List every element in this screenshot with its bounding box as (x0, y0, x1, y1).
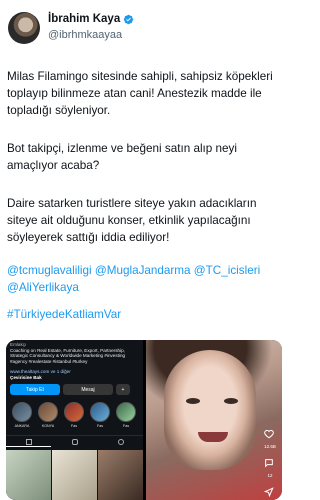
ig-link: www.thealtays.com ve 1 diğer (10, 369, 71, 374)
ig-highlight: ANKARA (11, 402, 33, 428)
avatar[interactable] (8, 12, 40, 44)
ig-post-thumbnail (52, 450, 97, 500)
ig-highlight-label: KONYA (41, 423, 55, 428)
hashtag-link[interactable]: #TürkiyedeKatliamVar (7, 308, 121, 321)
media-image-woman-video[interactable]: 12.6B 12 5 (146, 340, 282, 500)
mention-link[interactable]: @TC_icisleri (194, 264, 260, 277)
ig-bio: Coaching on Real Estate, Furniture, Expo… (10, 348, 126, 364)
tagged-icon (118, 439, 124, 445)
ig-post-thumbnail (6, 450, 51, 500)
ig-highlight: KONYA (37, 402, 59, 428)
ig-message-button: Mesaj (63, 384, 113, 395)
tweet-paragraph-2: Bot takipçi, izlenme ve beğeni satın alı… (7, 142, 237, 173)
eye-shape (224, 398, 238, 404)
mention-link[interactable]: @tcmuglavaliligi (7, 264, 92, 277)
ig-tabs (6, 435, 143, 447)
mentions-block: @tcmuglavaliligi @MuglaJandarma @TC_icis… (7, 262, 285, 296)
ig-add-person-icon: + (116, 384, 130, 395)
share-icon (263, 487, 274, 498)
tweet: İbrahim Kaya @ibrhmkaayaa Milas Filaming… (0, 0, 288, 500)
heart-icon (264, 429, 274, 439)
ig-highlight-label: Fas (97, 423, 103, 428)
display-name[interactable]: İbrahim Kaya (48, 13, 120, 25)
name-row: İbrahim Kaya (48, 13, 134, 25)
verified-badge-icon (124, 14, 134, 24)
ig-highlight: Fas (63, 402, 85, 428)
ig-post-grid (6, 450, 143, 500)
eye-shape (186, 398, 200, 404)
ig-post-thumbnail (98, 450, 143, 500)
mention-link[interactable]: @MuglaJandarma (95, 264, 191, 277)
ig-category-label: Emlakçı (10, 342, 27, 347)
tweet-paragraph-1: Milas Filamingo sitesinde sahipli, sahip… (7, 70, 273, 118)
face-shape (164, 350, 256, 470)
ig-highlights: ANKARA KONYA Fas Fas Fas (9, 402, 143, 432)
comment-icon (265, 459, 273, 468)
tweet-media: Emlakçı Coaching on Real Estate, Furnitu… (6, 340, 282, 500)
ig-highlight-label: Fas (123, 423, 129, 428)
handle[interactable]: @ibrhmkaayaa (48, 29, 122, 41)
tweet-header: İbrahim Kaya @ibrhmkaayaa (6, 10, 282, 46)
like-count: 12.6B (264, 444, 276, 449)
ig-highlight-label: ANKARA (14, 423, 30, 428)
reels-icon (72, 439, 78, 445)
comment-count: 12 (267, 473, 273, 478)
tweet-paragraph-3: Daire satarken turistlere siteye yakın a… (7, 197, 257, 245)
ig-follow-button: Takip Et (10, 384, 60, 395)
video-side-actions: 12.6B 12 5 (263, 426, 276, 500)
active-tab-indicator (6, 446, 51, 447)
media-image-instagram-profile[interactable]: Emlakçı Coaching on Real Estate, Furnitu… (6, 340, 143, 500)
ig-translate: Çevirisine Bak (10, 375, 42, 380)
hashtag-line: #TürkiyedeKatliamVar (7, 306, 285, 323)
grid-icon (26, 439, 32, 445)
mention-link[interactable]: @AliYerlikaya (7, 281, 79, 294)
ig-highlight: Fas (89, 402, 111, 428)
ig-highlight-label: Fas (71, 423, 77, 428)
ig-highlight: Fas (115, 402, 137, 428)
